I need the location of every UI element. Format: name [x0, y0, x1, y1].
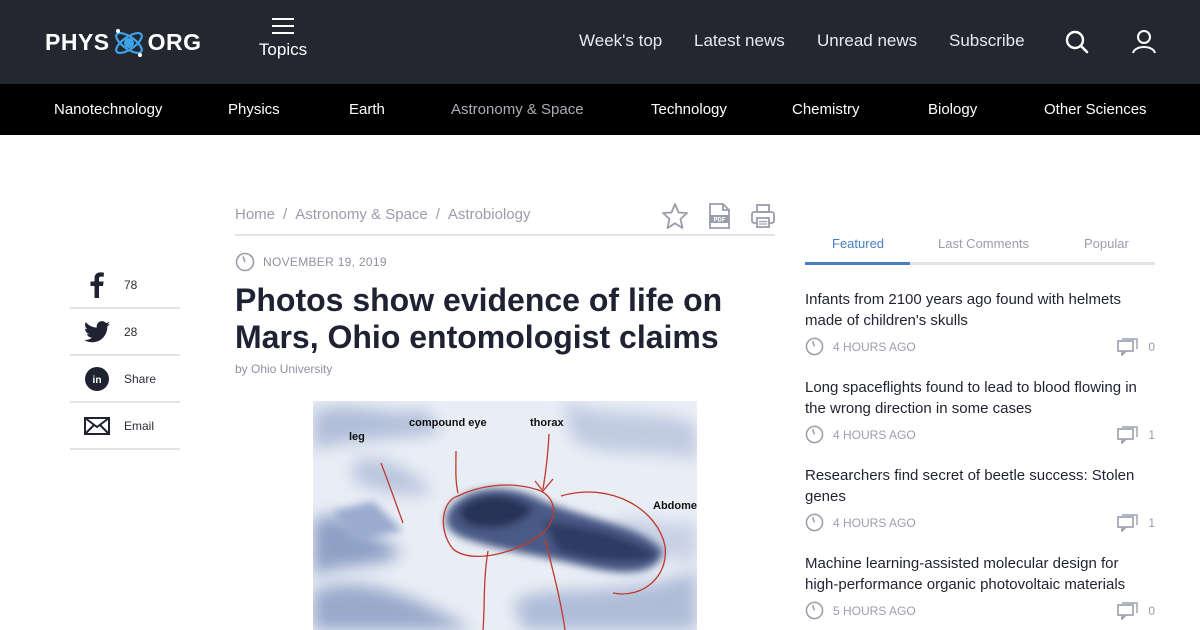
category-chemistry[interactable]: Chemistry: [792, 101, 860, 118]
active-tab-indicator: [805, 262, 910, 265]
news-time: 4 HOURS AGO: [833, 339, 916, 354]
share-email[interactable]: Email: [70, 403, 180, 450]
topics-menu-button[interactable]: Topics: [250, 18, 316, 60]
news-time: 5 HOURS AGO: [833, 603, 916, 618]
news-headline[interactable]: Researchers find secret of beetle succes…: [805, 467, 1134, 505]
comments-icon: [1117, 513, 1139, 532]
article-image[interactable]: leg compound eye thorax Abdomen: [313, 401, 697, 630]
news-item: Machine learning-assisted molecular desi…: [805, 553, 1155, 620]
tab-popular[interactable]: Popular: [1084, 236, 1129, 251]
breadcrumb-separator: /: [283, 206, 288, 223]
logo-text-left: PHYS: [45, 28, 110, 55]
breadcrumb-astronomy-space[interactable]: Astronomy & Space: [295, 206, 428, 223]
clock-icon: [235, 252, 255, 272]
facebook-icon: [90, 271, 104, 298]
news-comments-link[interactable]: 0: [1117, 337, 1155, 356]
category-technology[interactable]: Technology: [651, 101, 727, 118]
svg-text:in: in: [93, 375, 102, 386]
share-facebook[interactable]: 78: [70, 262, 180, 309]
news-comment-count: 0: [1148, 603, 1155, 618]
search-icon[interactable]: [1064, 28, 1090, 56]
news-comments-link[interactable]: 1: [1117, 425, 1155, 444]
breadcrumb: Home / Astronomy & Space / Astrobiology: [235, 206, 530, 223]
news-comment-count: 1: [1148, 427, 1155, 442]
breadcrumb-separator: /: [435, 206, 440, 223]
pdf-icon[interactable]: PDF: [705, 202, 733, 230]
image-label-abdomen: Abdomen: [653, 500, 697, 512]
comments-icon: [1117, 601, 1139, 620]
article-byline: by Ohio University: [235, 362, 333, 376]
tab-featured[interactable]: Featured: [832, 236, 884, 251]
news-comment-count: 0: [1148, 339, 1155, 354]
news-comment-count: 1: [1148, 515, 1155, 530]
news-item: Infants from 2100 years ago found with h…: [805, 289, 1155, 356]
twitter-share-count: 28: [124, 324, 138, 339]
comments-icon: [1117, 337, 1139, 356]
category-astronomy-space[interactable]: Astronomy & Space: [451, 101, 584, 118]
user-account-icon[interactable]: [1131, 28, 1157, 56]
tab-last-comments[interactable]: Last Comments: [938, 236, 1029, 251]
news-time: 4 HOURS AGO: [833, 427, 916, 442]
clock-icon: [805, 337, 824, 356]
share-panel: 78 28 in Share Email: [70, 262, 180, 450]
print-icon[interactable]: [749, 202, 777, 230]
email-icon: [84, 416, 110, 435]
hamburger-icon: [272, 18, 294, 34]
nav-latest-news[interactable]: Latest news: [694, 31, 785, 51]
clock-icon: [805, 425, 824, 444]
news-headline[interactable]: Long spaceflights found to lead to blood…: [805, 379, 1137, 417]
svg-text:PDF: PDF: [714, 218, 726, 224]
news-item: Long spaceflights found to lead to blood…: [805, 377, 1155, 444]
news-item: Researchers find secret of beetle succes…: [805, 465, 1155, 532]
news-headline[interactable]: Infants from 2100 years ago found with h…: [805, 291, 1121, 329]
article-date: NOVEMBER 19, 2019: [235, 252, 387, 272]
article-title: Photos show evidence of life on Mars, Oh…: [235, 282, 723, 355]
clock-icon: [805, 601, 824, 620]
news-comments-link[interactable]: 1: [1117, 513, 1155, 532]
sidebar-tabs: Featured Last Comments Popular: [805, 236, 1155, 266]
share-linkedin[interactable]: in Share: [70, 356, 180, 403]
linkedin-icon: in: [85, 366, 109, 391]
email-share-label: Email: [124, 418, 155, 433]
image-label-compound-eye: compound eye: [409, 417, 487, 429]
clock-icon: [805, 513, 824, 532]
category-earth[interactable]: Earth: [349, 101, 385, 118]
logo-text-right: ORG: [147, 28, 202, 55]
twitter-icon: [84, 320, 110, 342]
topics-label: Topics: [258, 40, 308, 59]
article-date-text: NOVEMBER 19, 2019: [263, 255, 387, 269]
news-comments-link[interactable]: 0: [1117, 601, 1155, 620]
breadcrumb-astrobiology[interactable]: Astrobiology: [448, 206, 531, 223]
category-biology[interactable]: Biology: [928, 101, 977, 118]
news-headline[interactable]: Machine learning-assisted molecular desi…: [805, 555, 1125, 593]
image-label-leg: leg: [349, 431, 365, 443]
mars-insect-photo: leg compound eye thorax Abdomen: [313, 401, 697, 630]
nav-unread-news[interactable]: Unread news: [817, 31, 917, 51]
breadcrumb-home[interactable]: Home: [235, 206, 275, 223]
category-physics[interactable]: Physics: [228, 101, 280, 118]
linkedin-share-label: Share: [124, 371, 157, 386]
nav-subscribe[interactable]: Subscribe: [949, 31, 1025, 51]
breadcrumb-divider: [235, 234, 775, 236]
facebook-share-count: 78: [124, 277, 138, 292]
atom-logo-icon: [114, 29, 143, 57]
category-nanotechnology[interactable]: Nanotechnology: [54, 101, 162, 118]
category-other-sciences[interactable]: Other Sciences: [1044, 101, 1147, 118]
site-logo[interactable]: PHYS ORG: [45, 22, 202, 62]
nav-weeks-top[interactable]: Week's top: [579, 31, 662, 51]
bookmark-star-icon[interactable]: [661, 202, 689, 230]
site-header: PHYS ORG Topics Week's top Latest news U…: [0, 0, 1200, 84]
news-time: 4 HOURS AGO: [833, 515, 916, 530]
comments-icon: [1117, 425, 1139, 444]
category-nav: Nanotechnology Physics Earth Astronomy &…: [0, 84, 1200, 135]
share-twitter[interactable]: 28: [70, 309, 180, 356]
image-label-thorax: thorax: [530, 417, 565, 429]
